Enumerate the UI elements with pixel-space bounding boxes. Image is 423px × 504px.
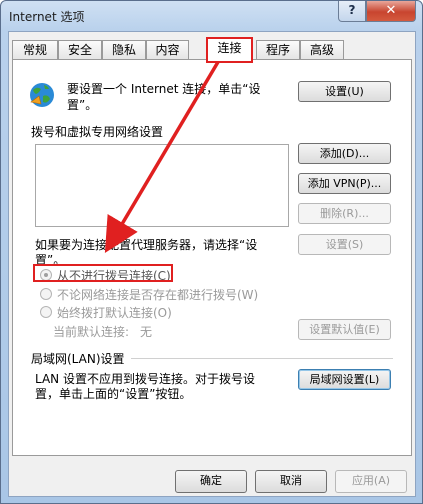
help-icon: ?: [348, 3, 356, 17]
radio-always-dial-default-label: 始终拨打默认连接(O): [57, 306, 172, 320]
lan-description-line2: 置，单击上面的“设置”按钮。: [35, 387, 192, 401]
help-button[interactable]: ?: [338, 1, 366, 22]
lan-group-divider: [131, 358, 393, 359]
cancel-button[interactable]: 取消: [255, 470, 327, 493]
radio-dial-whenever-label: 不论网络连接是否存在都进行拨号(W): [57, 288, 259, 302]
close-icon: ✕: [385, 3, 397, 18]
set-default-button[interactable]: 设置默认值(E): [298, 319, 391, 340]
add-vpn-button[interactable]: 添加 VPN(P)...: [298, 173, 391, 194]
setup-description-line1: 要设置一个 Internet 连接，单击“设: [67, 82, 261, 96]
current-default-value: 无: [140, 325, 153, 339]
remove-button[interactable]: 删除(R)...: [298, 203, 391, 224]
current-default-label: 当前默认连接:: [53, 325, 130, 339]
internet-globe-icon: [30, 83, 54, 107]
close-button[interactable]: ✕: [366, 1, 416, 22]
proxy-settings-button[interactable]: 设置(S): [298, 234, 391, 255]
apply-button[interactable]: 应用(A): [335, 470, 407, 493]
tab-programs[interactable]: 程序: [256, 40, 300, 60]
setup-button[interactable]: 设置(U): [298, 81, 391, 102]
proxy-description-line1: 如果要为连接配置代理服务器，请选择“设: [35, 238, 258, 252]
dialog-client-area: 常规 安全 隐私 内容 连接 程序 高级 要设置一个 Internet 连接，单…: [8, 31, 416, 497]
internet-options-window: Internet 选项 ? ✕ 常规 安全 隐私 内容 连接 程序 高级 要设置…: [0, 0, 423, 504]
highlight-annotation-box: [33, 264, 173, 282]
tab-connections[interactable]: 连接: [206, 37, 253, 63]
radio-always-dial-default[interactable]: [40, 306, 52, 318]
setup-description-line2: 置”。: [67, 98, 98, 112]
add-button[interactable]: 添加(D)...: [298, 143, 391, 164]
lan-group-label: 局域网(LAN)设置: [31, 352, 125, 366]
title-bar[interactable]: Internet 选项 ? ✕: [1, 1, 422, 31]
tab-general[interactable]: 常规: [12, 40, 58, 60]
radio-dial-whenever[interactable]: [40, 288, 52, 300]
connections-panel: 要设置一个 Internet 连接，单击“设 置”。 设置(U) 拨号和虚拟专用…: [12, 59, 412, 456]
tab-security[interactable]: 安全: [58, 40, 102, 60]
window-title: Internet 选项: [9, 10, 85, 24]
ok-button[interactable]: 确定: [175, 470, 247, 493]
connections-listbox[interactable]: [35, 144, 289, 227]
tab-privacy[interactable]: 隐私: [102, 40, 146, 60]
lan-settings-button[interactable]: 局域网设置(L): [298, 369, 391, 390]
tab-content[interactable]: 内容: [146, 40, 189, 60]
tab-advanced[interactable]: 高级: [300, 40, 344, 60]
dialup-vpn-group-label: 拨号和虚拟专用网络设置: [31, 125, 164, 139]
